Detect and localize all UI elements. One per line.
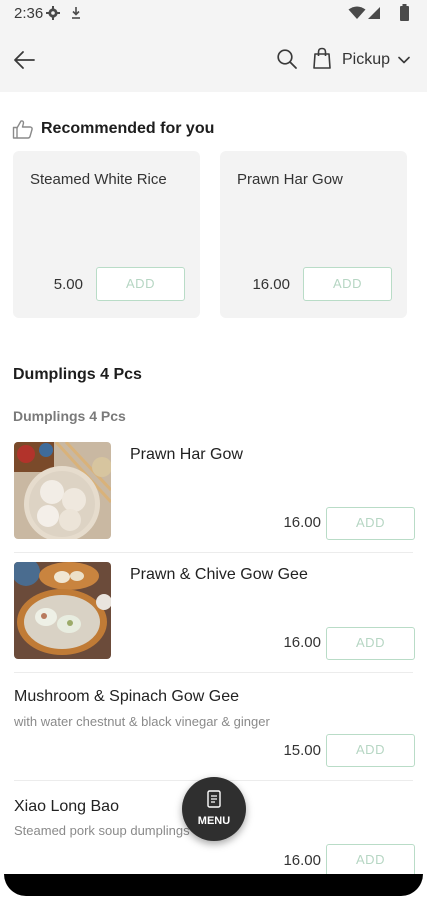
- recommended-card[interactable]: Steamed White Rice 5.00 ADD: [13, 151, 200, 318]
- search-icon[interactable]: [276, 48, 298, 70]
- item-price: 16.00: [283, 852, 321, 869]
- item-name: Prawn Har Gow: [130, 446, 243, 463]
- divider: [14, 672, 413, 673]
- recommended-item-price: 16.00: [252, 276, 290, 293]
- item-name: Prawn & Chive Gow Gee: [130, 566, 308, 583]
- recommended-item-price: 5.00: [53, 276, 83, 293]
- item-price: 16.00: [283, 634, 321, 651]
- chevron-down-icon[interactable]: [398, 55, 410, 65]
- system-nav-bar: [0, 874, 427, 900]
- item-name: Mushroom & Spinach Gow Gee: [14, 688, 239, 705]
- add-button[interactable]: ADD: [326, 734, 415, 767]
- order-mode-selector[interactable]: Pickup: [342, 51, 390, 69]
- item-description: Steamed pork soup dumplings: [14, 823, 190, 838]
- add-button[interactable]: ADD: [96, 267, 185, 301]
- nav-bar-handle: [4, 874, 423, 896]
- status-bar: 2:36: [0, 0, 427, 28]
- recommended-title: Recommended for you: [41, 120, 215, 137]
- menu-fab-button[interactable]: MENU: [182, 777, 246, 841]
- menu-document-icon: [207, 790, 221, 808]
- recommended-header: Recommended for you: [12, 118, 412, 142]
- app-header: Pickup: [0, 28, 427, 92]
- add-button[interactable]: ADD: [326, 507, 415, 540]
- menu-item[interactable]: Prawn & Chive Gow Gee 16.00 ADD: [0, 562, 427, 668]
- item-price: 15.00: [283, 742, 321, 759]
- status-time: 2:36: [14, 5, 44, 22]
- divider: [14, 552, 413, 553]
- app-screen: 2:36 Pickup Recommended for you Steamed …: [0, 0, 427, 900]
- add-button[interactable]: ADD: [303, 267, 392, 301]
- gear-icon: [46, 6, 60, 20]
- recommended-card[interactable]: Prawn Har Gow 16.00 ADD: [220, 151, 407, 318]
- battery-icon: [400, 4, 409, 21]
- menu-item[interactable]: Prawn Har Gow 16.00 ADD: [0, 442, 427, 548]
- category-title: Dumplings 4 Pcs: [13, 366, 142, 383]
- add-button[interactable]: ADD: [326, 844, 415, 877]
- shopping-bag-icon[interactable]: [312, 47, 332, 69]
- har-gow-image: [14, 442, 111, 539]
- signal-icon: [368, 7, 380, 19]
- thumbs-up-icon: [12, 120, 33, 139]
- gow-gee-image: [14, 562, 111, 659]
- item-name: Xiao Long Bao: [14, 798, 119, 815]
- menu-fab-label: MENU: [197, 815, 231, 827]
- item-photo: [14, 562, 111, 659]
- add-button[interactable]: ADD: [326, 627, 415, 660]
- recommended-item-name: Prawn Har Gow: [237, 171, 343, 188]
- wifi-icon: [348, 6, 366, 19]
- item-description: with water chestnut & black vinegar & gi…: [14, 714, 270, 729]
- item-photo: [14, 442, 111, 539]
- download-icon: [72, 7, 80, 19]
- item-price: 16.00: [283, 514, 321, 531]
- category-subtitle: Dumplings 4 Pcs: [13, 408, 126, 424]
- back-arrow-icon[interactable]: [12, 48, 36, 72]
- menu-item[interactable]: Mushroom & Spinach Gow Gee with water ch…: [0, 686, 427, 776]
- recommended-item-name: Steamed White Rice: [30, 171, 167, 188]
